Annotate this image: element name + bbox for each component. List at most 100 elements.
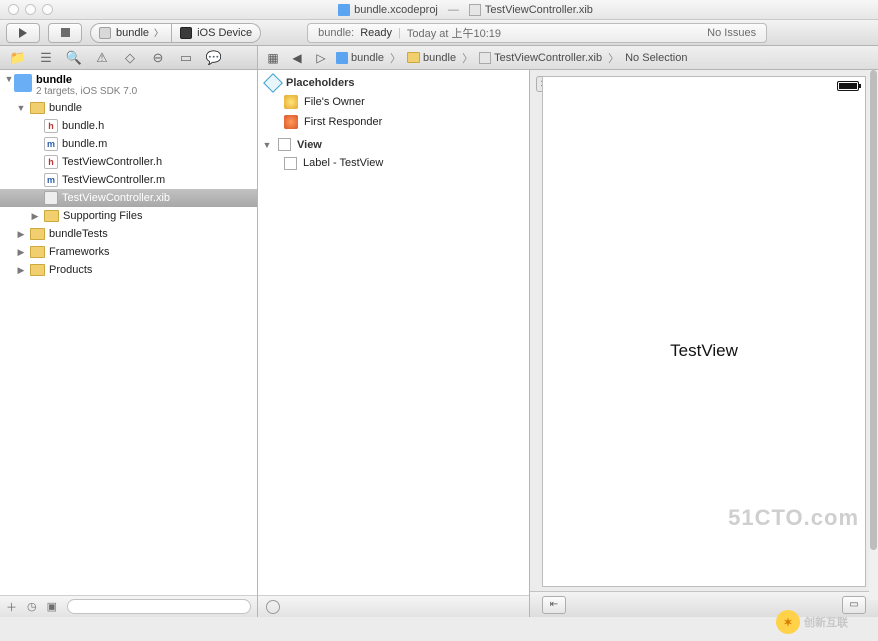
- files-owner-icon: [284, 95, 298, 109]
- navigator-jump-bar: 📁 ☰ 🔍 ⚠ ◇ ⊖ ▭ 💬 ▦ ◀ ▷ bundle 〉 bundle 〉 …: [0, 46, 878, 70]
- file-row[interactable]: mbundle.m: [0, 135, 257, 153]
- search-navigator-icon[interactable]: 🔍: [60, 46, 88, 69]
- first-responder-item[interactable]: First Responder: [258, 112, 529, 132]
- project-root[interactable]: ▼ bundle 2 targets, iOS SDK 7.0: [0, 72, 257, 99]
- scheme-selector[interactable]: bundle 〉 iOS Device: [90, 23, 261, 43]
- group-supporting-files[interactable]: ▶Supporting Files: [0, 207, 257, 225]
- test-navigator-icon[interactable]: ◇: [116, 46, 144, 69]
- group-tests[interactable]: ▶bundleTests: [0, 225, 257, 243]
- toolbar: bundle 〉 iOS Device bundle: Ready | Today…: [0, 20, 878, 46]
- status-state: Ready: [360, 27, 392, 39]
- file-row[interactable]: hbundle.h: [0, 117, 257, 135]
- status-prefix: bundle:: [318, 27, 354, 39]
- stop-icon: [61, 28, 70, 37]
- group-frameworks[interactable]: ▶Frameworks: [0, 243, 257, 261]
- folder-icon: [30, 264, 45, 276]
- main-area: ▼ bundle 2 targets, iOS SDK 7.0 ▼bundle …: [0, 70, 878, 617]
- header-file-icon: h: [44, 155, 58, 169]
- outline-filter-bar: [258, 595, 529, 617]
- crumb-file[interactable]: TestViewController.xib: [494, 52, 602, 64]
- project-name: bundle: [36, 74, 137, 86]
- toggle-bounds-icon[interactable]: ▭: [842, 596, 866, 614]
- file-row-selected[interactable]: TestViewController.xib: [0, 189, 257, 207]
- battery-icon: [837, 81, 859, 91]
- forward-icon[interactable]: ▷: [312, 51, 330, 65]
- project-navigator: ▼ bundle 2 targets, iOS SDK 7.0 ▼bundle …: [0, 70, 258, 617]
- log-navigator-icon[interactable]: 💬: [200, 46, 228, 69]
- stop-button[interactable]: [48, 23, 82, 43]
- status-issues: No Issues: [707, 27, 756, 39]
- document-outline: Placeholders File's Owner First Responde…: [258, 70, 530, 617]
- add-icon[interactable]: ＋: [6, 599, 17, 615]
- simulated-view[interactable]: TestView 51CTO.com: [542, 76, 866, 587]
- xib-icon: [479, 52, 491, 64]
- file-row[interactable]: hTestViewController.h: [0, 153, 257, 171]
- zoom-window-icon[interactable]: [42, 4, 53, 15]
- back-icon[interactable]: ◀: [288, 51, 306, 65]
- first-responder-icon: [284, 115, 298, 129]
- title-doc-2: TestViewController.xib: [485, 4, 593, 16]
- xcodeproj-icon: [14, 74, 32, 92]
- testview-label[interactable]: TestView: [543, 341, 865, 361]
- file-row[interactable]: mTestViewController.m: [0, 171, 257, 189]
- xcodeproj-icon: [338, 4, 350, 16]
- simulated-status-bar: [543, 77, 865, 95]
- title-documents: bundle.xcodeproj — TestViewController.xi…: [53, 4, 878, 16]
- status-time: Today at 上午10:19: [407, 25, 501, 41]
- minimize-window-icon[interactable]: [25, 4, 36, 15]
- title-separator: —: [448, 4, 459, 16]
- watermark-text: 51CTO.com: [728, 505, 859, 531]
- scheme-target: bundle: [116, 27, 149, 39]
- debug-navigator-icon[interactable]: ⊖: [144, 46, 172, 69]
- placeholders-icon: [263, 73, 283, 93]
- impl-file-icon: m: [44, 137, 58, 151]
- view-icon: [278, 138, 291, 151]
- label-item[interactable]: Label - TestView: [258, 153, 529, 173]
- project-navigator-icon[interactable]: 📁: [4, 46, 32, 69]
- xib-file-icon: [44, 191, 58, 205]
- device-icon: [180, 27, 192, 39]
- canvas-footer: ⇤ ▭: [530, 591, 878, 617]
- xcodeproj-icon: [336, 52, 348, 64]
- group-products[interactable]: ▶Products: [0, 261, 257, 279]
- run-button[interactable]: [6, 23, 40, 43]
- window-titlebar: bundle.xcodeproj — TestViewController.xi…: [0, 0, 878, 20]
- toggle-outline-icon[interactable]: ⇤: [542, 596, 566, 614]
- placeholders-header: Placeholders: [258, 70, 529, 92]
- crumb-selection[interactable]: No Selection: [625, 52, 687, 64]
- navigator-filter-bar: ＋ ◷ ▣: [0, 595, 257, 617]
- xib-icon: [469, 4, 481, 16]
- scheme-device: iOS Device: [197, 27, 252, 39]
- navigator-selector: 📁 ☰ 🔍 ⚠ ◇ ⊖ ▭ 💬: [0, 46, 258, 69]
- traffic-lights: [8, 4, 53, 15]
- scm-icon[interactable]: ▣: [47, 600, 57, 613]
- related-items-icon[interactable]: ▦: [264, 51, 282, 65]
- interface-builder-canvas[interactable]: ✕ TestView 51CTO.com ⇤ ▭: [530, 70, 878, 617]
- project-subtitle: 2 targets, iOS SDK 7.0: [36, 86, 137, 97]
- scrollbar-thumb[interactable]: [870, 70, 877, 550]
- filter-input[interactable]: [67, 599, 251, 614]
- folder-icon: [44, 210, 59, 222]
- folder-icon: [30, 228, 45, 240]
- issue-navigator-icon[interactable]: ⚠: [88, 46, 116, 69]
- crumb-group[interactable]: bundle: [423, 52, 456, 64]
- activity-status: bundle: Ready | Today at 上午10:19 No Issu…: [307, 23, 767, 43]
- view-header[interactable]: ▼ View: [258, 132, 529, 153]
- header-file-icon: h: [44, 119, 58, 133]
- chevron-right-icon: 〉: [154, 26, 163, 39]
- breakpoint-navigator-icon[interactable]: ▭: [172, 46, 200, 69]
- files-owner-item[interactable]: File's Owner: [258, 92, 529, 112]
- group-bundle[interactable]: ▼bundle: [0, 99, 257, 117]
- symbol-navigator-icon[interactable]: ☰: [32, 46, 60, 69]
- impl-file-icon: m: [44, 173, 58, 187]
- close-window-icon[interactable]: [8, 4, 19, 15]
- folder-icon: [30, 102, 45, 114]
- folder-icon: [407, 52, 420, 63]
- crumb-project[interactable]: bundle: [351, 52, 384, 64]
- filter-icon[interactable]: [266, 600, 280, 614]
- recent-icon[interactable]: ◷: [27, 600, 37, 613]
- jump-bar[interactable]: ▦ ◀ ▷ bundle 〉 bundle 〉 TestViewControll…: [258, 50, 878, 66]
- label-icon: [284, 157, 297, 170]
- vertical-scrollbar[interactable]: [869, 70, 878, 600]
- title-doc-1: bundle.xcodeproj: [354, 4, 438, 16]
